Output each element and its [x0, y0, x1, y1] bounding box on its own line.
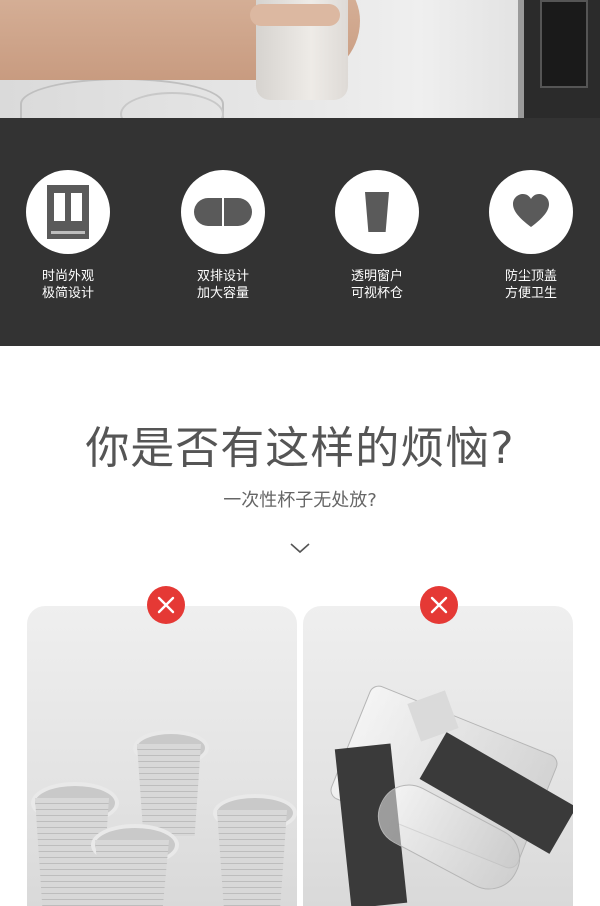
plastic-cups-photo — [303, 606, 573, 906]
heart-icon — [513, 194, 549, 227]
cup-stack — [217, 810, 287, 906]
feature-caption-line1: 双排设计 — [196, 269, 249, 284]
feature-caption-line1: 防尘顶盖 — [504, 269, 557, 284]
cup-stack — [137, 744, 201, 836]
dispenser-icon — [47, 185, 89, 239]
features-band: 时尚外观 极简设计 双排设计 加大容量 透明窗户 可视杯仓 防尘顶盖 方便卫生 — [0, 118, 600, 346]
double-row-icon — [194, 198, 252, 226]
feature-caption-line2: 极简设计 — [41, 286, 94, 301]
feature-caption: 透明窗户 可视杯仓 — [317, 268, 437, 302]
x-mark-icon — [420, 586, 458, 624]
feature-style: 时尚外观 极简设计 — [8, 170, 128, 302]
feature-caption-line1: 透明窗户 — [350, 269, 403, 284]
feature-icon-circle — [489, 170, 573, 254]
feature-caption-line1: 时尚外观 — [41, 269, 94, 284]
feature-caption: 防尘顶盖 方便卫生 — [471, 268, 591, 302]
chevron-down-icon — [290, 543, 310, 554]
x-mark-icon — [147, 586, 185, 624]
hero-photo — [0, 0, 600, 118]
feature-icon-circle — [181, 170, 265, 254]
hand-finger — [250, 4, 340, 26]
cup-icon — [365, 192, 389, 232]
page-title: 你是否有这样的烦恼? — [85, 423, 515, 474]
feature-capacity: 双排设计 加大容量 — [163, 170, 283, 302]
feature-icon-circle — [335, 170, 419, 254]
feature-dustproof: 防尘顶盖 方便卫生 — [471, 170, 591, 302]
feature-icon-circle — [26, 170, 110, 254]
feature-caption-line2: 加大容量 — [196, 286, 249, 301]
paper-cups-photo — [27, 606, 297, 906]
dispenser-window — [540, 0, 588, 88]
feature-caption-line2: 方便卫生 — [504, 286, 557, 301]
subtitle: 一次性杯子无处放? — [223, 490, 377, 511]
feature-caption: 双排设计 加大容量 — [163, 268, 283, 302]
feature-window: 透明窗户 可视杯仓 — [317, 170, 437, 302]
feature-caption: 时尚外观 极简设计 — [8, 268, 128, 302]
cup-stack — [95, 840, 169, 906]
feature-caption-line2: 可视杯仓 — [350, 286, 403, 301]
